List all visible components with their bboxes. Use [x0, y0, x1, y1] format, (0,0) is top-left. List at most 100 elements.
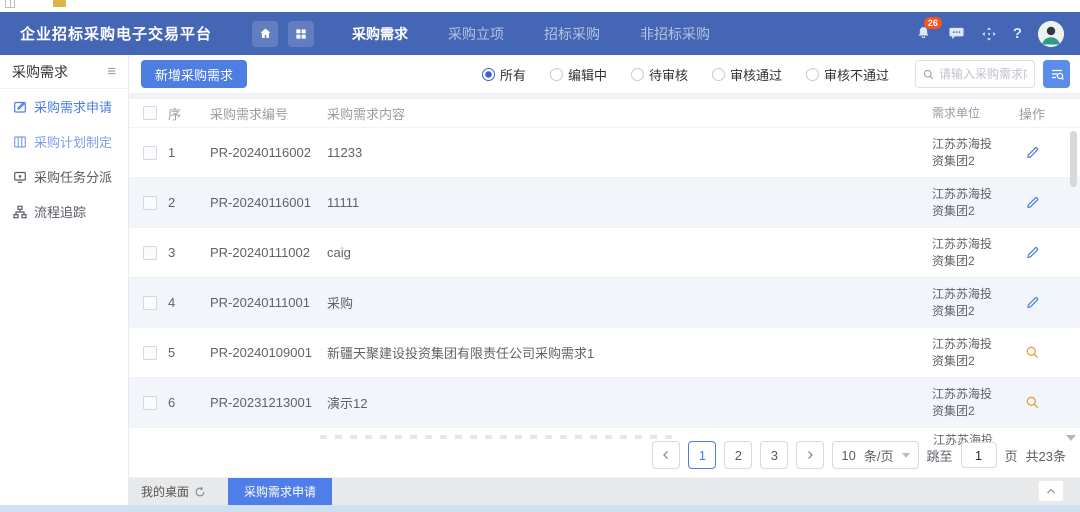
- flow-trace-icon: [13, 205, 27, 219]
- page-button-2[interactable]: 2: [724, 441, 752, 469]
- filter-approved[interactable]: 审核通过: [712, 65, 782, 84]
- apps-grid-button[interactable]: [288, 21, 314, 47]
- radio-icon: [712, 68, 725, 81]
- sidebar-item-label: 采购需求申请: [34, 97, 112, 116]
- app-title: 企业招标采购电子交易平台: [20, 23, 212, 44]
- table-row: 6 PR-20231213001 演示12 江苏苏海投资集团2: [129, 377, 1080, 427]
- sidebar-item-flow-trace[interactable]: 流程追踪: [0, 194, 128, 229]
- row-checkbox[interactable]: [143, 146, 157, 160]
- edit-action-icon[interactable]: [1025, 245, 1040, 260]
- table-header-row: 序 采购需求编号 采购需求内容 需求单位 操作: [129, 99, 1080, 127]
- advanced-search-button[interactable]: [1043, 60, 1070, 88]
- search-input[interactable]: [939, 67, 1027, 81]
- demand-table-card: 序 采购需求编号 采购需求内容 需求单位 操作 1 PR-20240116002…: [129, 99, 1080, 477]
- table-row: 2 PR-20240116001 11111 江苏苏海投资集团2: [129, 177, 1080, 227]
- table-row: 3 PR-20240111002 caig 江苏苏海投资集团2: [129, 227, 1080, 277]
- table-row: 1 PR-20240116002 11233 江苏苏海投资集团2: [129, 127, 1080, 177]
- filter-editing[interactable]: 编辑中: [550, 65, 607, 84]
- status-filter-group: 所有 编辑中 待审核 审核通过 审核不通过: [482, 65, 889, 84]
- fullscreen-button[interactable]: [981, 26, 997, 42]
- sidebar-item-plan-make[interactable]: 采购计划制定: [0, 124, 128, 159]
- edit-action-icon[interactable]: [1025, 195, 1040, 210]
- messages-button[interactable]: [948, 25, 965, 42]
- filter-search-icon: [1049, 66, 1065, 82]
- radio-icon: [806, 68, 819, 81]
- chevron-left-icon: [661, 450, 671, 460]
- browser-edge-strip: [0, 0, 1080, 12]
- home-button[interactable]: [252, 21, 278, 47]
- page-button-3[interactable]: 3: [760, 441, 788, 469]
- total-count: 共23条: [1026, 446, 1066, 465]
- sidebar-header: 采购需求 ≡: [0, 55, 128, 89]
- help-button[interactable]: ?: [1013, 25, 1022, 42]
- page-size-select[interactable]: 10 条/页: [832, 441, 918, 469]
- sidebar-collapse-icon[interactable]: ≡: [107, 63, 116, 80]
- sidebar-item-label: 采购任务分派: [34, 167, 112, 186]
- view-action-icon[interactable]: [1025, 395, 1040, 410]
- jump-page-input[interactable]: [961, 442, 997, 468]
- app-window: 企业招标采购电子交易平台 采购需求 采购立项 招标采购 非招标采购 26 ?: [0, 0, 1080, 512]
- sidebar-title: 采购需求: [12, 62, 68, 82]
- jump-suffix: 页: [1005, 446, 1018, 465]
- next-page-button[interactable]: [796, 441, 824, 469]
- app-header: 企业招标采购电子交易平台 采购需求 采购立项 招标采购 非招标采购 26 ?: [0, 12, 1080, 55]
- clipped-row-text: [320, 435, 680, 439]
- col-header-unit: 需求单位: [932, 105, 1002, 122]
- sidebar-item-label: 流程追踪: [34, 202, 86, 221]
- header-actions: 26 ?: [915, 21, 1064, 47]
- row-checkbox[interactable]: [143, 346, 157, 360]
- task-monitor-icon: [13, 170, 27, 184]
- home-icon: [258, 26, 273, 41]
- col-header-action: 操作: [1002, 104, 1062, 123]
- scrollbar-thumb[interactable]: [1070, 131, 1077, 187]
- view-action-icon[interactable]: [1025, 345, 1040, 360]
- plan-book-icon: [13, 135, 27, 149]
- nav-tab-bidding-procurement[interactable]: 招标采购: [544, 24, 600, 44]
- browser-grid-icon: [5, 0, 15, 8]
- edit-action-icon[interactable]: [1025, 295, 1040, 310]
- sidebar-item-demand-apply[interactable]: 采购需求申请: [0, 89, 128, 124]
- row-checkbox[interactable]: [143, 196, 157, 210]
- radio-icon: [550, 68, 563, 81]
- filter-pending-review[interactable]: 待审核: [631, 65, 688, 84]
- nav-tab-non-bidding-procurement[interactable]: 非招标采购: [640, 24, 710, 44]
- sidebar: 采购需求 ≡ 采购需求申请 采购计划制定 采购任务分派 流程追踪: [0, 55, 129, 505]
- radio-icon: [631, 68, 644, 81]
- add-demand-button[interactable]: 新增采购需求: [141, 60, 247, 88]
- table-row: 5 PR-20240109001 新疆天聚建设投资集团有限责任公司采购需求1 江…: [129, 327, 1080, 377]
- col-header-content: 采购需求内容: [327, 104, 932, 123]
- edit-action-icon[interactable]: [1025, 145, 1040, 160]
- move-arrows-icon: [981, 26, 997, 42]
- chevron-down-icon: [902, 453, 910, 462]
- scrollbar-down-arrow-icon[interactable]: [1066, 435, 1076, 446]
- toolbar: 新增采购需求 所有 编辑中 待审核 审核通过 审核不通过: [129, 55, 1080, 93]
- nav-tab-procurement-demand[interactable]: 采购需求: [352, 24, 408, 44]
- table-row: 4 PR-20240111001 采购 江苏苏海投资集团2: [129, 277, 1080, 327]
- search-box: [915, 60, 1035, 88]
- select-all-checkbox[interactable]: [143, 106, 157, 120]
- refresh-icon: [194, 486, 206, 498]
- nav-tab-procurement-project[interactable]: 采购立项: [448, 24, 504, 44]
- radio-selected-icon: [482, 68, 495, 81]
- chevron-right-icon: [805, 450, 815, 460]
- taskbar-tab-demand-apply[interactable]: 采购需求申请: [228, 478, 332, 505]
- window-bottom-strip: [0, 505, 1080, 512]
- chat-icon: [948, 25, 965, 42]
- col-header-index: 序: [168, 104, 198, 123]
- notifications-button[interactable]: 26: [915, 25, 932, 42]
- prev-page-button[interactable]: [652, 441, 680, 469]
- sidebar-item-label: 采购计划制定: [34, 132, 112, 151]
- row-checkbox[interactable]: [143, 296, 157, 310]
- filter-rejected[interactable]: 审核不通过: [806, 65, 889, 84]
- sidebar-item-task-dispatch[interactable]: 采购任务分派: [0, 159, 128, 194]
- apps-grid-icon: [294, 27, 308, 41]
- jump-label: 跳至: [927, 446, 953, 465]
- row-checkbox[interactable]: [143, 396, 157, 410]
- user-avatar-icon: [1038, 21, 1064, 47]
- row-checkbox[interactable]: [143, 246, 157, 260]
- page-button-1[interactable]: 1: [688, 441, 716, 469]
- avatar[interactable]: [1038, 21, 1064, 47]
- collapse-taskbar-button[interactable]: [1038, 480, 1064, 502]
- my-desktop-button[interactable]: 我的桌面: [141, 483, 206, 500]
- filter-all[interactable]: 所有: [482, 65, 526, 84]
